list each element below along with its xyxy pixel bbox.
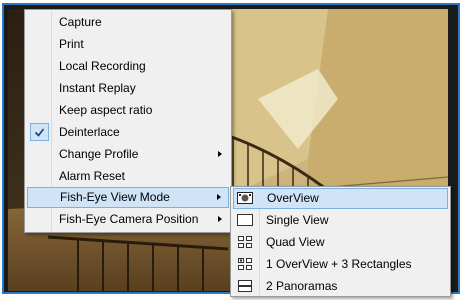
menu-item-label: Deinterlace [59, 125, 120, 139]
menu-item-label: Print [59, 37, 84, 51]
menu-item-label: Change Profile [59, 147, 139, 161]
overview-plus-rectangles-icon [237, 257, 253, 271]
quad-view-icon [237, 235, 253, 249]
context-menu: Capture Print Local Recording Instant Re… [24, 9, 232, 233]
submenu-item-label: Single View [266, 213, 329, 227]
submenu-item-label: OverView [267, 191, 319, 205]
submenu-item-single-view[interactable]: Single View [233, 210, 448, 231]
menu-item-fish-eye-camera-position[interactable]: Fish-Eye Camera Position [27, 209, 229, 230]
menu-item-keep-aspect-ratio[interactable]: Keep aspect ratio [27, 100, 229, 121]
submenu-item-label: 1 OverView + 3 Rectangles [266, 257, 412, 271]
menu-item-local-recording[interactable]: Local Recording [27, 56, 229, 77]
submenu-arrow-icon [217, 194, 221, 200]
menu-item-label: Keep aspect ratio [59, 103, 153, 117]
menu-item-instant-replay[interactable]: Instant Replay [27, 78, 229, 99]
menu-item-label: Fish-Eye Camera Position [59, 212, 199, 226]
submenu-item-quad-view[interactable]: Quad View [233, 232, 448, 253]
menu-item-label: Instant Replay [59, 81, 136, 95]
fish-eye-view-mode-submenu: OverView Single View Quad View 1 OverVie… [230, 186, 451, 297]
submenu-item-label: Quad View [266, 235, 325, 249]
submenu-arrow-icon [218, 151, 222, 157]
submenu-item-overview[interactable]: OverView [233, 188, 448, 209]
overview-icon [237, 191, 253, 205]
checkmark-icon [30, 123, 49, 141]
submenu-arrow-icon [218, 216, 222, 222]
menu-item-capture[interactable]: Capture [27, 12, 229, 33]
menu-item-deinterlace[interactable]: Deinterlace [27, 122, 229, 143]
submenu-item-2-panoramas[interactable]: 2 Panoramas [233, 276, 448, 297]
menu-item-label: Capture [59, 15, 102, 29]
menu-item-change-profile[interactable]: Change Profile [27, 144, 229, 165]
menu-item-alarm-reset[interactable]: Alarm Reset [27, 166, 229, 187]
submenu-item-overview-plus-3-rectangles[interactable]: 1 OverView + 3 Rectangles [233, 254, 448, 275]
menu-item-label: Local Recording [59, 59, 146, 73]
menu-item-fish-eye-view-mode[interactable]: Fish-Eye View Mode [27, 187, 229, 208]
panoramas-icon [237, 279, 253, 293]
menu-item-label: Fish-Eye View Mode [60, 190, 170, 204]
menu-item-print[interactable]: Print [27, 34, 229, 55]
single-view-icon [237, 213, 253, 227]
submenu-item-label: 2 Panoramas [266, 279, 338, 293]
menu-item-label: Alarm Reset [59, 169, 126, 183]
